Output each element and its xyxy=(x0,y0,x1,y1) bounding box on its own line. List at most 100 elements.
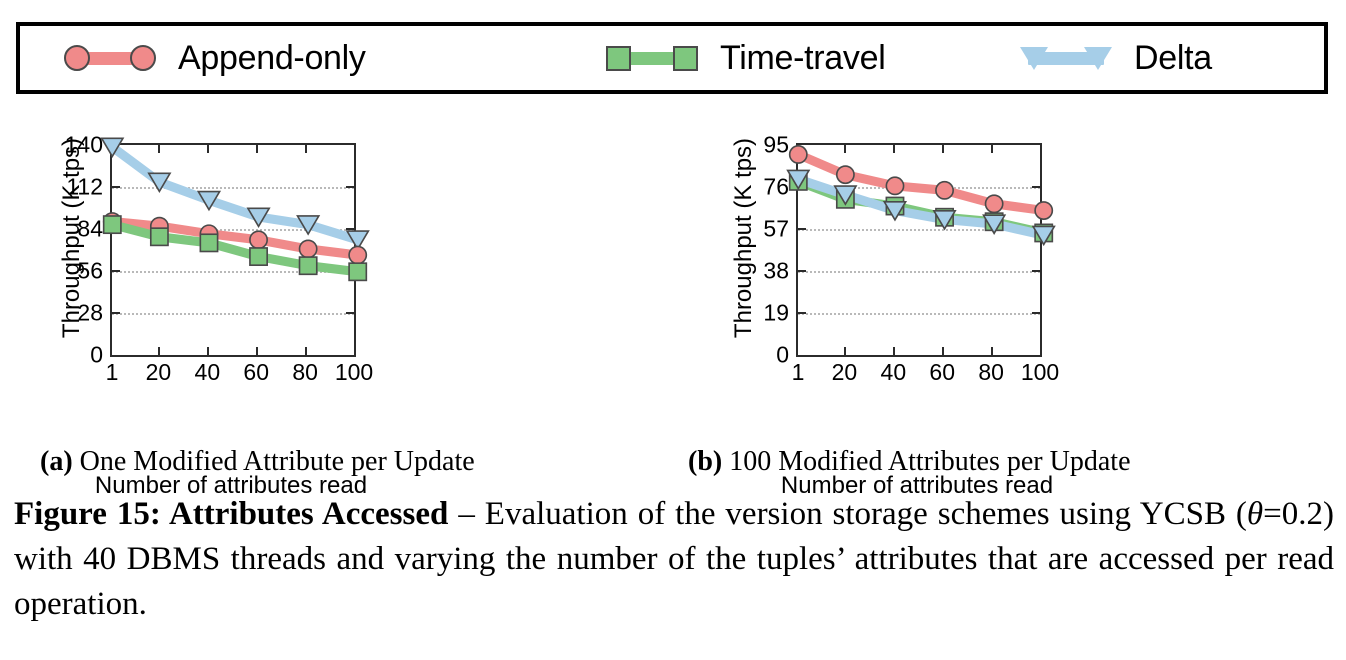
plot-area-a: 0 28 56 84 112 140 1 20 40 60 80 100 xyxy=(65,133,374,384)
x-tick-mark xyxy=(207,145,210,153)
x-tick-mark xyxy=(991,347,994,355)
y-tick-label: 76 xyxy=(763,173,789,200)
x-tick-label: 80 xyxy=(978,359,1004,385)
circle-marker-icon xyxy=(130,45,156,71)
x-tick-mark xyxy=(893,347,896,355)
y-tick-mark xyxy=(1032,270,1040,272)
x-tick-mark xyxy=(256,145,259,153)
subcaption-b: (b) 100 Modified Attributes per Update xyxy=(688,446,1131,478)
y-tick-label: 0 xyxy=(90,341,103,368)
x-tick-label: 20 xyxy=(831,359,858,385)
y-tick-label: 95 xyxy=(763,131,789,158)
x-tick-label: 40 xyxy=(194,359,221,385)
data-point-append-only xyxy=(788,145,808,164)
y-tick-mark xyxy=(346,270,354,272)
figure-15-container: Append-only Time-travel Delta Throughput… xyxy=(0,0,1346,660)
x-tick-label: 60 xyxy=(929,359,956,385)
x-tick-mark xyxy=(207,347,210,355)
chart-legend: Append-only Time-travel Delta xyxy=(16,22,1328,94)
y-tick-mark xyxy=(798,270,806,272)
series-layer xyxy=(786,145,1056,247)
data-point-delta xyxy=(296,215,321,236)
y-gridline xyxy=(798,271,1040,273)
figure-caption-theta: θ xyxy=(1246,496,1264,532)
series-line-time-travel xyxy=(107,220,363,277)
x-tick-label: 60 xyxy=(243,359,270,385)
data-point-append-only xyxy=(935,180,954,200)
x-tick-mark xyxy=(158,145,161,153)
data-point-append-only xyxy=(885,176,905,196)
x-tick-mark xyxy=(991,145,994,153)
x-tick-mark xyxy=(256,347,259,355)
legend-label-delta: Delta xyxy=(1134,39,1212,77)
figure-caption-head: Figure 15: Attributes Accessed xyxy=(14,496,449,532)
series-line-append-only xyxy=(107,217,363,260)
subcaption-b-tag: (b) xyxy=(688,446,723,477)
circle-marker-icon xyxy=(64,45,90,71)
x-tick-label: 1 xyxy=(791,359,805,385)
y-axis-title-b: Throughput (K tps) xyxy=(730,137,757,339)
figure-caption-dash: – Evaluation of the version storage sche… xyxy=(448,496,1247,532)
y-gridline xyxy=(112,229,354,231)
x-tick-mark xyxy=(893,145,896,153)
series-line-time-travel xyxy=(793,176,1049,238)
y-tick-mark xyxy=(798,312,806,314)
y-gridline xyxy=(112,187,354,189)
x-tick-mark xyxy=(844,347,847,355)
y-tick-label: 140 xyxy=(64,131,103,158)
x-tick-label: 40 xyxy=(880,359,907,385)
y-tick-label: 57 xyxy=(763,215,789,242)
x-tick-mark xyxy=(305,145,308,153)
triangle-down-marker-icon xyxy=(1084,47,1112,70)
x-tick-mark xyxy=(942,347,945,355)
subcaption-a-tag: (a) xyxy=(40,446,73,477)
legend-entry-time-travel: Time-travel xyxy=(606,36,886,80)
y-tick-label: 28 xyxy=(77,299,103,326)
x-tick-label: 80 xyxy=(292,359,318,385)
x-tick-label: 100 xyxy=(1020,359,1060,385)
figure-caption: Figure 15: Attributes Accessed – Evaluat… xyxy=(14,492,1334,627)
data-point-time-travel xyxy=(935,207,954,227)
data-point-time-travel xyxy=(835,189,855,209)
chart-panel-a: Throughput (K tps) 0 28 56 84 112 140 1 20 40 60 8… xyxy=(14,118,654,499)
y-tick-label: 112 xyxy=(66,173,103,200)
legend-label-time-travel: Time-travel xyxy=(720,39,886,77)
subcaption-a-text: One Modified Attribute per Update xyxy=(72,446,475,477)
y-tick-mark xyxy=(112,186,120,188)
y-gridline xyxy=(112,271,354,273)
chart-panel-b: Throughput (K tps) 0 19 38 57 76 95 1 20 40 60 80 1… xyxy=(686,118,1326,499)
data-point-delta xyxy=(882,200,908,222)
legend-label-append-only: Append-only xyxy=(178,39,366,77)
series-layer xyxy=(100,137,370,282)
y-tick-mark xyxy=(112,312,120,314)
data-point-append-only xyxy=(298,239,318,259)
y-tick-mark xyxy=(346,186,354,188)
x-tick-mark xyxy=(844,145,847,153)
y-tick-label: 0 xyxy=(776,341,789,368)
data-point-append-only xyxy=(149,216,169,236)
y-tick-label: 19 xyxy=(763,299,789,326)
data-point-time-travel xyxy=(984,212,1004,232)
x-tick-label: 20 xyxy=(145,359,172,385)
plot-area-b: 0 19 38 57 76 95 1 20 40 60 80 100 xyxy=(763,133,1059,384)
square-marker-icon xyxy=(606,46,631,71)
series-line-append-only xyxy=(793,149,1049,216)
y-tick-mark xyxy=(112,270,120,272)
x-tick-mark xyxy=(305,347,308,355)
data-point-delta xyxy=(100,137,125,159)
x-tick-label: 100 xyxy=(334,359,374,385)
subcaption-b-text: 100 Modified Attributes per Update xyxy=(722,446,1131,477)
data-point-append-only xyxy=(348,245,368,265)
data-point-time-travel xyxy=(885,196,905,216)
y-tick-mark xyxy=(1032,186,1040,188)
y-tick-mark xyxy=(798,228,806,230)
y-tick-mark xyxy=(346,228,354,230)
y-tick-label: 38 xyxy=(763,257,789,284)
data-point-delta xyxy=(345,230,370,251)
subcaption-a: (a) One Modified Attribute per Update xyxy=(40,446,475,478)
data-point-append-only xyxy=(199,224,219,244)
y-gridline xyxy=(798,187,1040,189)
data-point-append-only xyxy=(835,165,855,185)
series-line-delta xyxy=(107,142,363,245)
data-point-delta xyxy=(246,207,271,228)
